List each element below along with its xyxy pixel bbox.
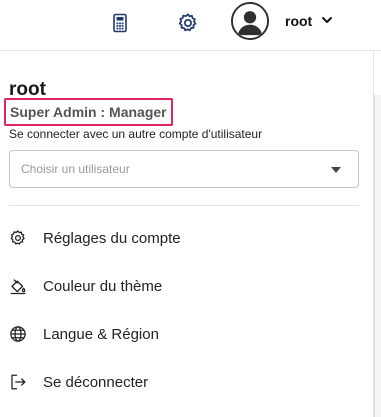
settings-icon	[9, 229, 27, 247]
switch-account-label: Se connecter avec un autre compte d'util…	[9, 127, 263, 141]
chevron-down-icon[interactable]	[320, 13, 334, 27]
paint-bucket-icon	[9, 277, 27, 295]
top-bar: root	[0, 0, 381, 51]
calculator-icon[interactable]	[109, 12, 131, 34]
menu-item-label: Se déconnecter	[43, 374, 149, 391]
menu-item-logout[interactable]: Se déconnecter	[0, 360, 373, 408]
background-content	[374, 95, 381, 417]
logout-icon	[9, 373, 27, 391]
user-select-placeholder: Choisir un utilisateur	[21, 162, 130, 176]
menu-item-account-settings[interactable]: Réglages du compte	[0, 216, 373, 264]
gear-icon[interactable]	[177, 12, 199, 34]
menu-item-label: Couleur du thème	[43, 278, 163, 295]
role-badge: Super Admin : Manager	[4, 98, 173, 126]
divider	[9, 205, 359, 206]
dropdown-arrow-icon[interactable]	[331, 167, 341, 173]
globe-icon	[9, 325, 27, 343]
username-label[interactable]: root	[285, 13, 312, 29]
menu-item-theme-color[interactable]: Couleur du thème	[0, 264, 373, 312]
menu-item-label: Réglages du compte	[43, 230, 181, 247]
user-select[interactable]: Choisir un utilisateur	[9, 150, 359, 188]
menu-item-language-region[interactable]: Langue & Région	[0, 312, 373, 360]
menu-item-label: Langue & Région	[43, 326, 159, 343]
avatar[interactable]	[231, 2, 269, 40]
account-dropdown-panel: root Super Admin : Manager Se connecter …	[0, 51, 374, 417]
